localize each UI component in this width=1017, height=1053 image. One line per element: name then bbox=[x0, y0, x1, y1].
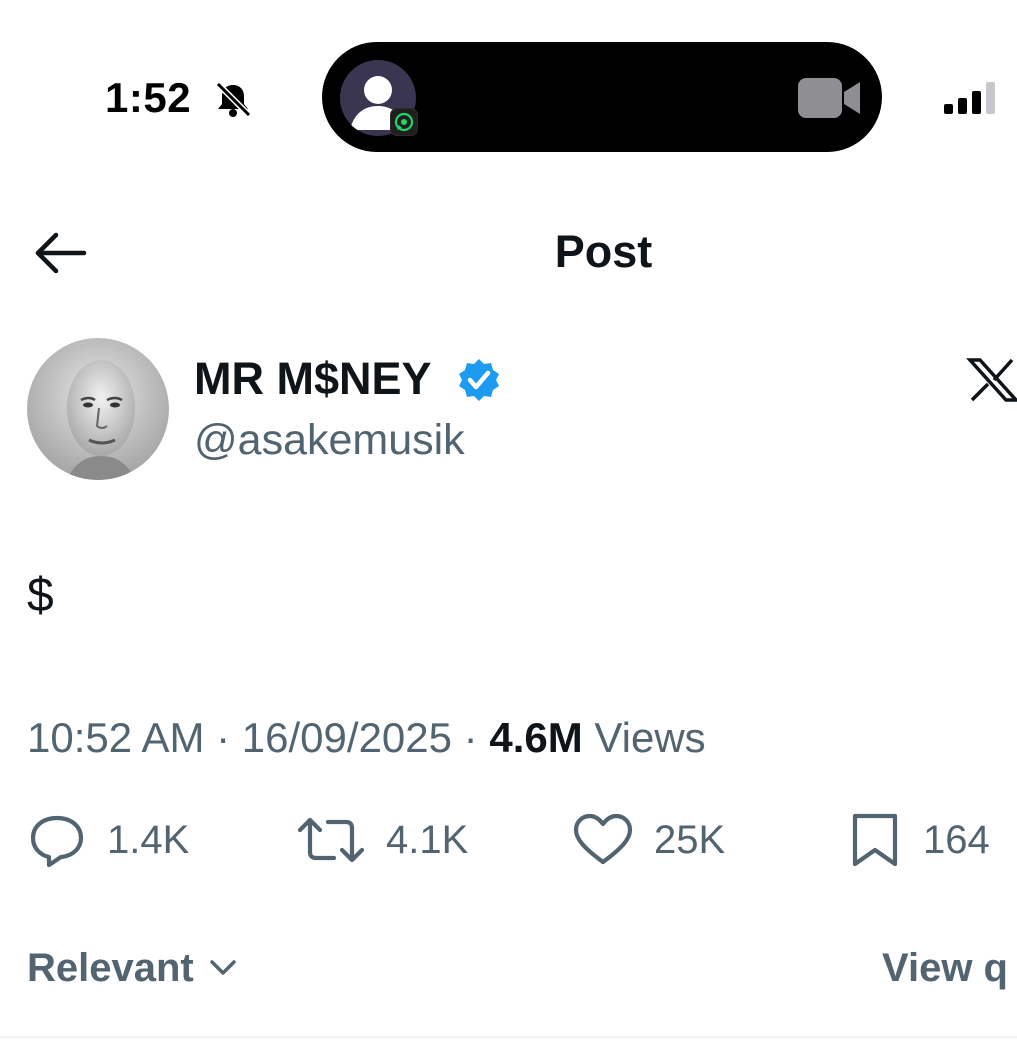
post-meta: 10:52 AM · 16/09/2025 · 4.6M Views bbox=[27, 712, 706, 764]
views-label: Views bbox=[582, 714, 706, 761]
post-time: 10:52 AM bbox=[27, 714, 205, 761]
chevron-down-icon bbox=[210, 960, 236, 975]
grok-button[interactable] bbox=[966, 354, 1017, 406]
like-count: 25K bbox=[654, 817, 726, 862]
repost-icon bbox=[297, 817, 365, 863]
reply-icon bbox=[30, 815, 84, 868]
view-quotes-link[interactable]: View q bbox=[882, 940, 1008, 996]
reply-button[interactable]: 1.4K bbox=[27, 808, 189, 872]
meta-separator: · bbox=[204, 714, 242, 761]
bookmark-count: 164 bbox=[923, 817, 990, 862]
repost-button[interactable]: 4.1K bbox=[296, 808, 468, 872]
post-date: 16/09/2025 bbox=[241, 714, 453, 761]
page-title: Post bbox=[554, 226, 653, 277]
post-text: $ bbox=[27, 569, 54, 622]
status-time: 1:52 bbox=[105, 74, 192, 121]
like-button[interactable]: 25K bbox=[572, 808, 725, 872]
repost-count: 4.1K bbox=[386, 817, 469, 862]
views-count[interactable]: 4.6M bbox=[489, 714, 582, 761]
signal-icon bbox=[944, 80, 1004, 116]
bookmark-button[interactable]: 164 bbox=[847, 808, 990, 872]
video-camera-icon bbox=[798, 78, 862, 118]
bookmark-icon bbox=[852, 813, 898, 867]
divider bbox=[0, 1036, 1017, 1038]
meta-separator: · bbox=[452, 714, 490, 761]
heart-icon bbox=[573, 813, 633, 865]
whatsapp-icon bbox=[390, 108, 418, 136]
reply-sort-dropdown[interactable]: Relevant bbox=[27, 940, 240, 996]
author-avatar[interactable] bbox=[27, 338, 169, 480]
reply-count: 1.4K bbox=[107, 817, 190, 862]
x-logo-icon bbox=[966, 358, 1017, 402]
author-handle[interactable]: @asakemusik bbox=[194, 414, 465, 466]
reply-sort-label: Relevant bbox=[27, 945, 194, 990]
author-display-name[interactable]: MR M$NEY bbox=[194, 352, 432, 406]
bell-slash-icon bbox=[212, 80, 254, 118]
verified-badge-icon bbox=[456, 357, 502, 403]
